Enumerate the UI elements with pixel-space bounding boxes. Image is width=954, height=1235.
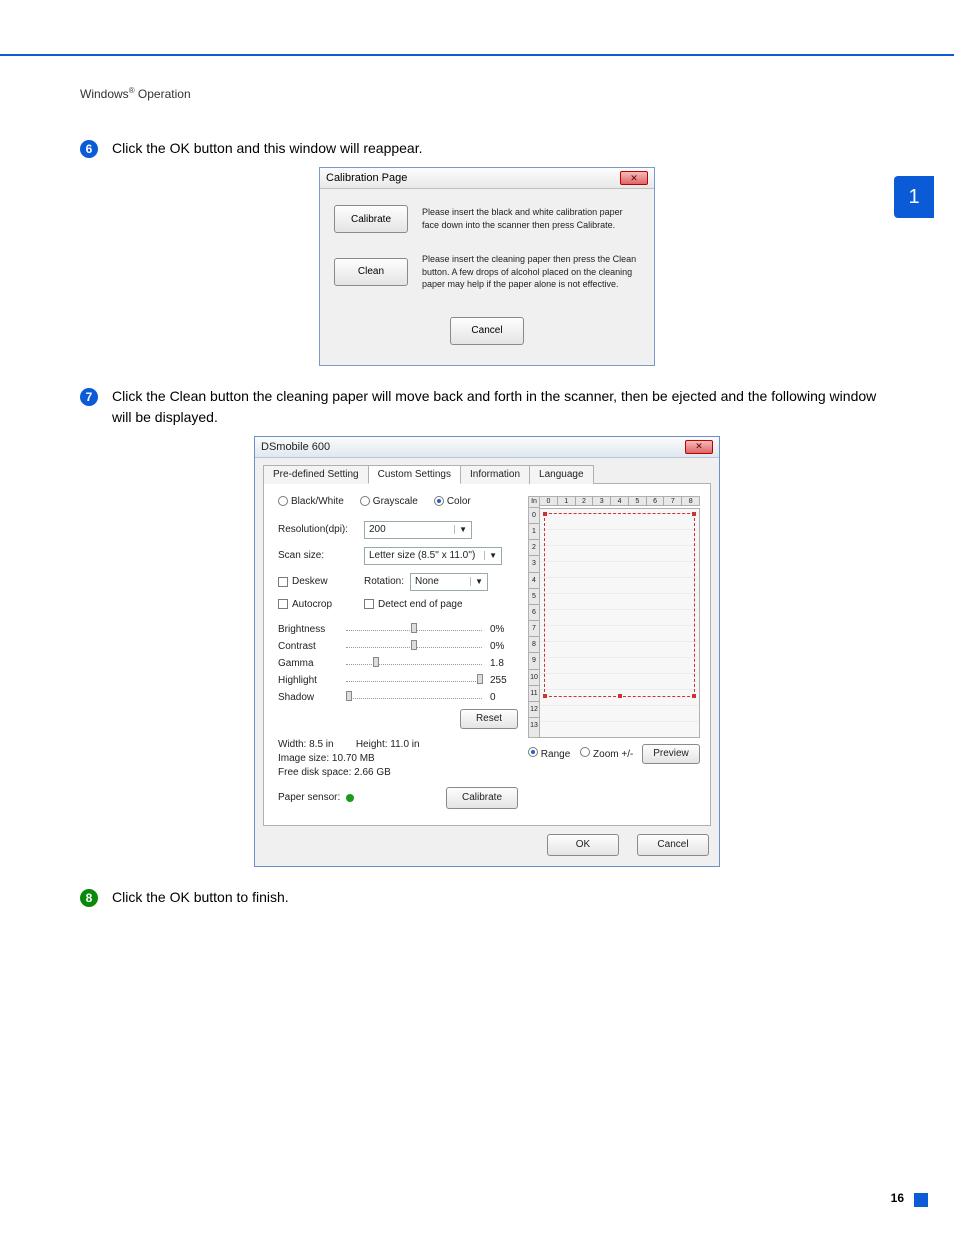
shadow-label: Shadow — [278, 692, 346, 703]
scansize-value: Letter size (8.5'' x 11.0'') — [369, 550, 475, 561]
resolution-value: 200 — [369, 524, 386, 535]
resolution-dropdown[interactable]: 200 ▼ — [364, 521, 472, 539]
radio-grayscale[interactable]: Grayscale — [360, 496, 418, 507]
tab-information[interactable]: Information — [460, 465, 530, 484]
tab-predefined[interactable]: Pre-defined Setting — [263, 465, 369, 484]
radio-color[interactable]: Color — [434, 496, 471, 507]
contrast-slider[interactable] — [346, 644, 482, 648]
unit-label: In — [528, 496, 540, 508]
detect-end-label: Detect end of page — [378, 599, 463, 610]
highlight-slider[interactable] — [346, 678, 482, 682]
page-mark-icon — [914, 1193, 928, 1207]
brightness-value: 0% — [490, 624, 518, 635]
step-8: 8 Click the OK button to finish. — [80, 887, 894, 908]
step-badge-8: 8 — [80, 889, 98, 907]
dsmobile-title: DSmobile 600 — [261, 441, 330, 453]
paper-sensor-indicator-icon — [346, 794, 354, 802]
preview-canvas[interactable] — [540, 508, 700, 738]
radio-gray-label: Grayscale — [373, 496, 418, 507]
dsmobile-titlebar: DSmobile 600 ✕ — [255, 437, 719, 458]
ruler-horizontal: 012345678 — [540, 496, 700, 506]
radio-bw-label: Black/White — [291, 496, 344, 507]
diskspace-info: Free disk space: 2.66 GB — [278, 767, 518, 778]
chevron-down-icon: ▼ — [484, 551, 497, 560]
gamma-label: Gamma — [278, 658, 346, 669]
width-info: Width: 8.5 in — [278, 739, 334, 750]
range-label: Range — [541, 749, 570, 760]
step-8-text: Click the OK button to finish. — [112, 887, 289, 908]
step-badge-6: 6 — [80, 140, 98, 158]
contrast-label: Contrast — [278, 641, 346, 652]
ruler-vertical: 012345678910111213 — [528, 508, 540, 738]
preview-button[interactable]: Preview — [642, 744, 700, 764]
tab-language[interactable]: Language — [529, 465, 594, 484]
radio-zoom[interactable]: Zoom +/- — [580, 747, 633, 760]
resolution-label: Resolution(dpi): — [278, 524, 364, 535]
step-7-text: Click the Clean button the cleaning pape… — [112, 386, 894, 428]
dsmobile-dialog: DSmobile 600 ✕ Pre-defined Setting Custo… — [254, 436, 720, 867]
highlight-label: Highlight — [278, 675, 346, 686]
cancel-button[interactable]: Cancel — [450, 317, 524, 345]
brightness-label: Brightness — [278, 624, 346, 635]
custom-settings-panel: Black/White Grayscale Color Resolution(d… — [263, 483, 711, 826]
calibrate-description: Please insert the black and white calibr… — [422, 206, 640, 231]
gamma-slider[interactable] — [346, 661, 482, 665]
radio-bw[interactable]: Black/White — [278, 496, 344, 507]
autocrop-checkbox[interactable]: Autocrop — [278, 599, 364, 610]
height-info: Height: 11.0 in — [356, 739, 420, 750]
shadow-slider[interactable] — [346, 695, 482, 699]
cancel-button-2[interactable]: Cancel — [637, 834, 709, 856]
tab-strip: Pre-defined Setting Custom Settings Info… — [255, 458, 719, 483]
brightness-slider[interactable] — [346, 627, 482, 631]
calibration-dialog: Calibration Page ✕ Calibrate Please inse… — [319, 167, 655, 366]
radio-range[interactable]: Range — [528, 747, 570, 760]
deskew-label: Deskew — [292, 576, 328, 587]
clean-button[interactable]: Clean — [334, 258, 408, 286]
calibration-titlebar: Calibration Page ✕ — [320, 168, 654, 189]
reset-button[interactable]: Reset — [460, 709, 518, 729]
calibration-title: Calibration Page — [326, 172, 407, 184]
highlight-value: 255 — [490, 675, 518, 686]
deskew-checkbox[interactable]: Deskew — [278, 576, 364, 587]
clean-description: Please insert the cleaning paper then pr… — [422, 253, 640, 291]
calibrate-button-2[interactable]: Calibrate — [446, 787, 518, 809]
tab-custom-settings[interactable]: Custom Settings — [368, 465, 461, 484]
page-header: Windows® Operation — [80, 86, 191, 101]
step-6-text: Click the OK button and this window will… — [112, 138, 423, 159]
autocrop-label: Autocrop — [292, 599, 332, 610]
ok-button[interactable]: OK — [547, 834, 619, 856]
step-6: 6 Click the OK button and this window wi… — [80, 138, 894, 159]
selection-rect[interactable] — [544, 513, 695, 697]
scansize-dropdown[interactable]: Letter size (8.5'' x 11.0'') ▼ — [364, 547, 502, 565]
chevron-down-icon: ▼ — [454, 525, 467, 534]
calibrate-button[interactable]: Calibrate — [334, 205, 408, 233]
scansize-label: Scan size: — [278, 550, 364, 561]
zoom-label: Zoom +/- — [593, 749, 633, 760]
top-divider — [0, 54, 954, 56]
close-icon[interactable]: ✕ — [620, 171, 648, 185]
imgsize-info: Image size: 10.70 MB — [278, 753, 518, 764]
radio-color-label: Color — [447, 496, 471, 507]
step-7: 7 Click the Clean button the cleaning pa… — [80, 386, 894, 428]
rotation-value: None — [415, 576, 439, 587]
section-tab: 1 — [894, 176, 934, 218]
page-number: 16 — [891, 1191, 904, 1205]
contrast-value: 0% — [490, 641, 518, 652]
rotation-dropdown[interactable]: None ▼ — [410, 573, 488, 591]
rotation-label: Rotation: — [364, 576, 410, 587]
paper-sensor-label: Paper sensor: — [278, 792, 340, 803]
gamma-value: 1.8 — [490, 658, 518, 669]
chevron-down-icon: ▼ — [470, 577, 483, 586]
close-icon[interactable]: ✕ — [685, 440, 713, 454]
detect-end-checkbox[interactable]: Detect end of page — [364, 599, 463, 610]
step-badge-7: 7 — [80, 388, 98, 406]
shadow-value: 0 — [490, 692, 518, 703]
